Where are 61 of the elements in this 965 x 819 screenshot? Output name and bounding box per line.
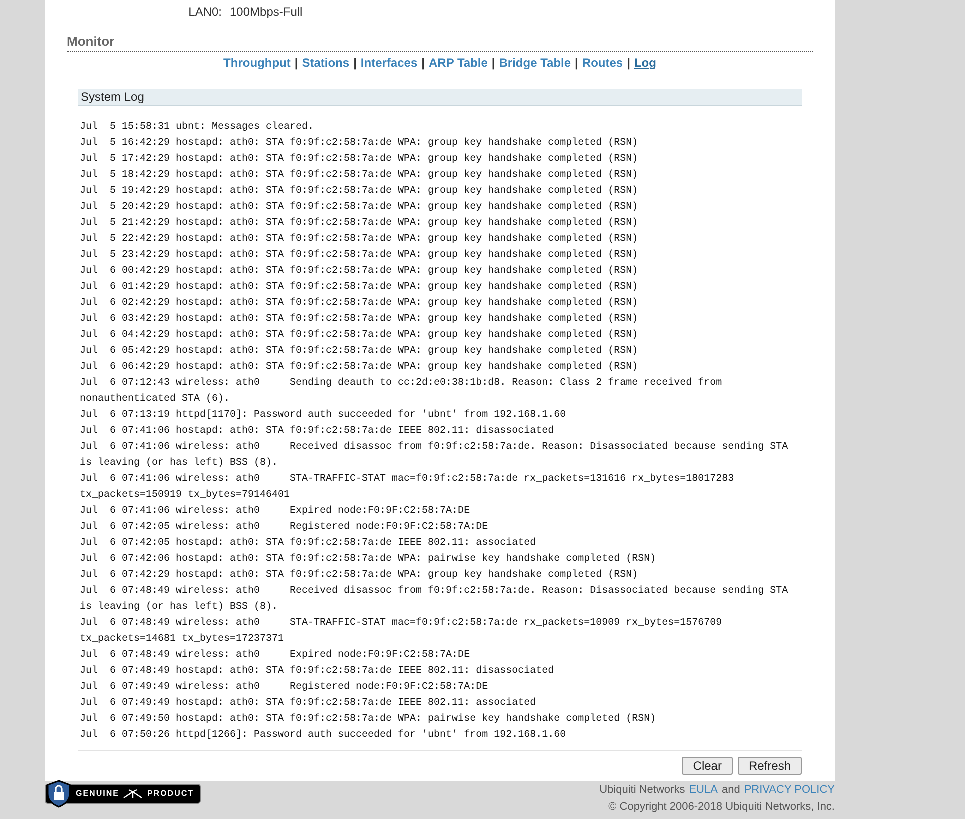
action-button[interactable]: Clear — [682, 757, 733, 775]
log-line: Jul 6 07:49:49 wireless: ath0 Registered node:F0:9F:C2:58:7A:DE — [80, 680, 490, 695]
nav-link[interactable]: Stations — [302, 55, 350, 71]
log-line: Jul 6 07:41:06 wireless: ath0 Received disassoc from f0:9f:c2:58:7a:de. Reason: Disassociated because sending STA is leaving (or has left) BSS (8). — [80, 440, 790, 471]
nav-link[interactable]: ARP Table — [428, 55, 488, 71]
log-line: Jul 5 21:42:29 hostapd: ath0: STA f0:9f:c2:58:7a:de WPA: group key handshake completed (RSN) — [80, 216, 640, 231]
log-line: Jul 6 07:50:26 httpd[1266]: Password auth succeeded for 'ubnt' from 192.168.1.60 — [80, 728, 568, 743]
panel-header: System Log — [78, 89, 802, 106]
nav-link[interactable]: Interfaces — [360, 55, 418, 71]
copyright-text: © Copyright 2006-2018 Ubiquiti Networks, Inc. — [608, 801, 835, 814]
nav-separator: | — [422, 55, 425, 71]
log-line: Jul 6 06:42:29 hostapd: ath0: STA f0:9f:c2:58:7a:de WPA: group key handshake completed (RSN) — [80, 360, 640, 375]
log-line: Jul 5 22:42:29 hostapd: ath0: STA f0:9f:c2:58:7a:de WPA: group key handshake completed (RSN) — [80, 232, 640, 247]
log-line: Jul 6 07:42:06 hostapd: ath0: STA f0:9f:c2:58:7a:de WPA: pairwise key handshake completed (RSN) — [80, 552, 658, 567]
section-title: Monitor — [67, 34, 813, 52]
badge-text: PRODUCT — [147, 788, 194, 800]
info-label: LAN0: — [188, 4, 222, 20]
and-text: and — [722, 784, 740, 797]
log-line: Jul 6 07:48:49 wireless: ath0 Expired node:F0:9F:C2:58:7A:DE — [80, 648, 472, 663]
log-line: Jul 5 17:42:29 hostapd: ath0: STA f0:9f:c2:58:7a:de WPA: group key handshake completed (RSN) — [80, 152, 640, 167]
log-line: Jul 6 02:42:29 hostapd: ath0: STA f0:9f:c2:58:7a:de WPA: group key handshake completed (RSN) — [80, 296, 640, 311]
log-line: Jul 6 07:49:49 hostapd: ath0: STA f0:9f:c2:58:7a:de IEEE 802.11: associated — [80, 696, 538, 711]
nav-link[interactable]: Throughput — [224, 55, 291, 71]
log-line: Jul 5 15:58:31 ubnt: Messages cleared. — [80, 120, 316, 135]
nav-separator: | — [627, 55, 630, 71]
antenna-icon — [123, 789, 144, 799]
badge-text: GENUINE — [76, 788, 120, 800]
log-line: Jul 6 07:49:50 hostapd: ath0: STA f0:9f:c2:58:7a:de WPA: pairwise key handshake completed (RSN) — [80, 712, 658, 727]
action-button[interactable]: Refresh — [738, 757, 802, 775]
log-line: Jul 6 05:42:29 hostapd: ath0: STA f0:9f:c2:58:7a:de WPA: group key handshake completed (RSN) — [80, 344, 640, 359]
log-line: Jul 6 04:42:29 hostapd: ath0: STA f0:9f:c2:58:7a:de WPA: group key handshake completed (RSN) — [80, 328, 640, 343]
log-line: Jul 6 07:42:29 hostapd: ath0: STA f0:9f:c2:58:7a:de WPA: group key handshake completed (RSN) — [80, 568, 640, 583]
nav-link[interactable]: Routes — [582, 55, 624, 71]
company-name: Ubiquiti Networks — [600, 784, 686, 797]
log-line: Jul 5 20:42:29 hostapd: ath0: STA f0:9f:c2:58:7a:de WPA: group key handshake completed (RSN) — [80, 200, 640, 215]
nav-separator: | — [294, 55, 298, 71]
log-line: Jul 6 07:42:05 hostapd: ath0: STA f0:9f:c2:58:7a:de IEEE 802.11: associated — [80, 536, 538, 551]
log-line: Jul 6 07:48:49 wireless: ath0 Received disassoc from f0:9f:c2:58:7a:de. Reason: Disassociated because sending STA is leaving (or has left) BSS (8). — [80, 584, 790, 615]
nav-separator: | — [354, 55, 357, 71]
nav-link[interactable]: Log — [634, 55, 656, 71]
log-line: Jul 6 03:42:29 hostapd: ath0: STA f0:9f:c2:58:7a:de WPA: group key handshake completed (RSN) — [80, 312, 640, 327]
log-line: Jul 6 07:13:19 httpd[1170]: Password auth succeeded for 'ubnt' from 192.168.1.60 — [80, 408, 568, 423]
log-line: Jul 6 07:48:49 wireless: ath0 STA-TRAFFIC-STAT mac=f0:9f:c2:58:7a:de rx_packets=10909 rx_bytes=1576709 tx_packets=14681 tx_bytes=17237371 — [80, 616, 724, 647]
log-line: Jul 5 19:42:29 hostapd: ath0: STA f0:9f:c2:58:7a:de WPA: group key handshake completed (RSN) — [80, 184, 640, 199]
log-line: Jul 6 07:41:06 hostapd: ath0: STA f0:9f:c2:58:7a:de IEEE 802.11: disassociated — [80, 424, 556, 439]
log-line: Jul 6 01:42:29 hostapd: ath0: STA f0:9f:c2:58:7a:de WPA: group key handshake completed (RSN) — [80, 280, 640, 295]
eula-link[interactable]: EULA — [689, 784, 718, 797]
info-value: 100Mbps-Full — [230, 4, 303, 20]
log-line: Jul 6 07:48:49 hostapd: ath0: STA f0:9f:c2:58:7a:de IEEE 802.11: disassociated — [80, 664, 556, 679]
nav-link[interactable]: Bridge Table — [499, 55, 572, 71]
nav-separator: | — [492, 55, 496, 71]
log-line: Jul 6 07:41:06 wireless: ath0 Expired node:F0:9F:C2:58:7A:DE — [80, 504, 472, 519]
log-line: Jul 6 07:12:43 wireless: ath0 Sending deauth to cc:2d:e0:38:1b:d8. Reason: Class 2 frame received from nonauthenticated STA (6). — [80, 376, 724, 407]
log-line: Jul 5 23:42:29 hostapd: ath0: STA f0:9f:c2:58:7a:de WPA: group key handshake completed (RSN) — [80, 248, 640, 263]
log-line: Jul 5 18:42:29 hostapd: ath0: STA f0:9f:c2:58:7a:de WPA: group key handshake completed (RSN) — [80, 168, 640, 183]
log-line: Jul 6 07:42:05 wireless: ath0 Registered node:F0:9F:C2:58:7A:DE — [80, 520, 490, 535]
nav-separator: | — [575, 55, 578, 71]
log-line: Jul 6 07:41:06 wireless: ath0 STA-TRAFFIC-STAT mac=f0:9f:c2:58:7a:de rx_packets=131616 rx_bytes=18017283 tx_packets=150919 tx_bytes=79146401 — [80, 472, 736, 503]
privacy-policy-link[interactable]: PRIVACY POLICY — [744, 784, 835, 797]
log-line: Jul 5 16:42:29 hostapd: ath0: STA f0:9f:c2:58:7a:de WPA: group key handshake completed (RSN) — [80, 136, 640, 151]
log-line: Jul 6 00:42:29 hostapd: ath0: STA f0:9f:c2:58:7a:de WPA: group key handshake completed (RSN) — [80, 264, 640, 279]
